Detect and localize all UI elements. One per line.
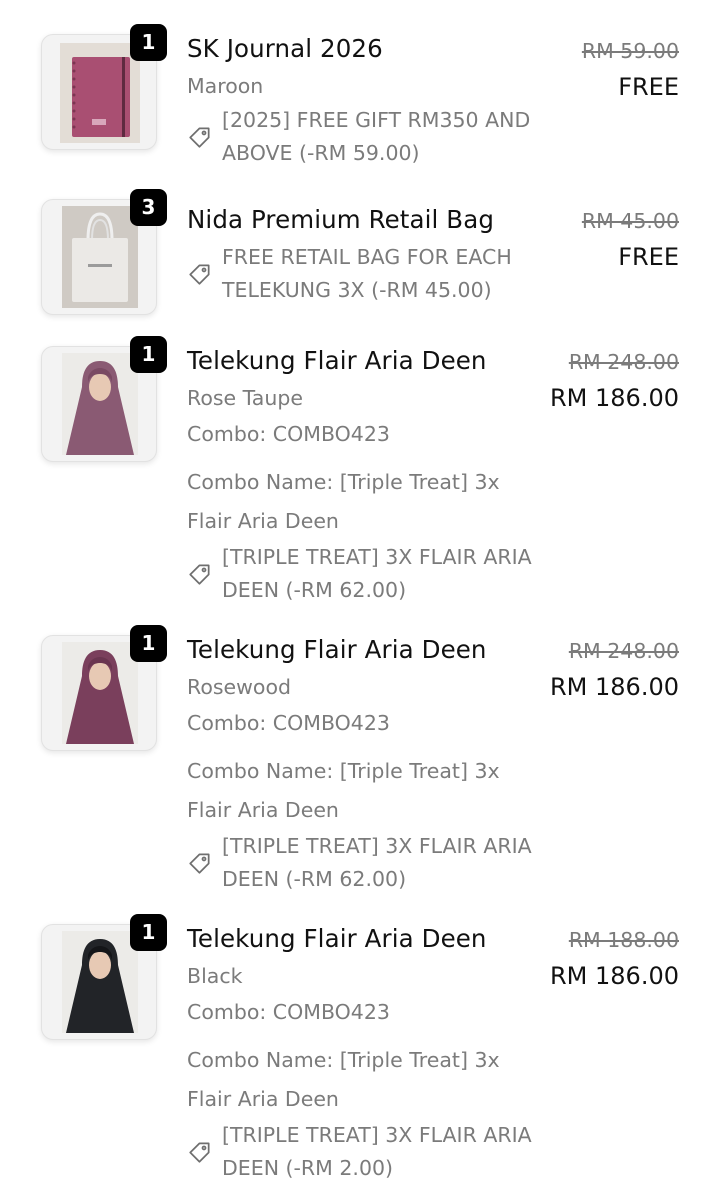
tote-bag-thumbnail [62, 206, 138, 308]
current-price: FREE [618, 243, 679, 271]
product-name[interactable]: Nida Premium Retail Bag [187, 205, 494, 234]
quantity-badge: 1 [130, 24, 167, 61]
quantity-badge: 1 [130, 914, 167, 951]
product-variant: Black [187, 964, 243, 988]
combo-name-line-1: Combo Name: [Triple Treat] 3x [187, 470, 500, 494]
product-variant: Rosewood [187, 675, 292, 699]
current-price: FREE [618, 73, 679, 101]
current-price: RM 186.00 [550, 384, 679, 412]
tag-icon [187, 261, 213, 287]
product-variant: Maroon [187, 74, 264, 98]
discount-row: [TRIPLE TREAT] 3X FLAIR ARIA DEEN (-RM 6… [187, 541, 547, 607]
telekung-thumbnail [62, 353, 138, 455]
combo-name-line-1: Combo Name: [Triple Treat] 3x [187, 1048, 500, 1072]
product-name[interactable]: SK Journal 2026 [187, 34, 383, 63]
discount-row: [TRIPLE TREAT] 3X FLAIR ARIA DEEN (-RM 2… [187, 1119, 547, 1185]
current-price: RM 186.00 [550, 673, 679, 701]
product-variant: Rose Taupe [187, 386, 303, 410]
combo-code: Combo: COMBO423 [187, 711, 390, 735]
quantity-badge: 3 [130, 189, 167, 226]
product-name[interactable]: Telekung Flair Aria Deen [187, 924, 487, 953]
tag-icon [187, 124, 213, 150]
combo-name-line-1: Combo Name: [Triple Treat] 3x [187, 759, 500, 783]
journal-thumbnail [60, 43, 140, 143]
combo-name-line-2: Flair Aria Deen [187, 509, 339, 533]
combo-name-line-2: Flair Aria Deen [187, 1087, 339, 1111]
combo-code: Combo: COMBO423 [187, 1000, 390, 1024]
tag-icon [187, 850, 213, 876]
quantity-badge: 1 [130, 625, 167, 662]
current-price: RM 186.00 [550, 962, 679, 990]
discount-row: [TRIPLE TREAT] 3X FLAIR ARIA DEEN (-RM 6… [187, 830, 547, 896]
telekung-thumbnail [62, 931, 138, 1033]
original-price: RM 59.00 [581, 39, 679, 63]
tag-icon [187, 561, 213, 587]
original-price: RM 188.00 [568, 928, 679, 952]
product-name[interactable]: Telekung Flair Aria Deen [187, 635, 487, 664]
discount-label: [TRIPLE TREAT] 3X FLAIR ARIA DEEN (-RM 2… [222, 1123, 532, 1180]
original-price: RM 248.00 [568, 350, 679, 374]
discount-row: [2025] FREE GIFT RM350 AND ABOVE (-RM 59… [187, 104, 547, 170]
discount-label: [2025] FREE GIFT RM350 AND ABOVE (-RM 59… [222, 108, 531, 165]
quantity-badge: 1 [130, 336, 167, 373]
original-price: RM 45.00 [581, 209, 679, 233]
discount-label: [TRIPLE TREAT] 3X FLAIR ARIA DEEN (-RM 6… [222, 545, 532, 602]
product-name[interactable]: Telekung Flair Aria Deen [187, 346, 487, 375]
combo-name-line-2: Flair Aria Deen [187, 798, 339, 822]
combo-code: Combo: COMBO423 [187, 422, 390, 446]
discount-label: [TRIPLE TREAT] 3X FLAIR ARIA DEEN (-RM 6… [222, 834, 532, 891]
telekung-thumbnail [62, 642, 138, 744]
discount-row: FREE RETAIL BAG FOR EACH TELEKUNG 3X (-R… [187, 241, 547, 307]
original-price: RM 248.00 [568, 639, 679, 663]
discount-label: FREE RETAIL BAG FOR EACH TELEKUNG 3X (-R… [222, 245, 512, 302]
tag-icon [187, 1139, 213, 1165]
